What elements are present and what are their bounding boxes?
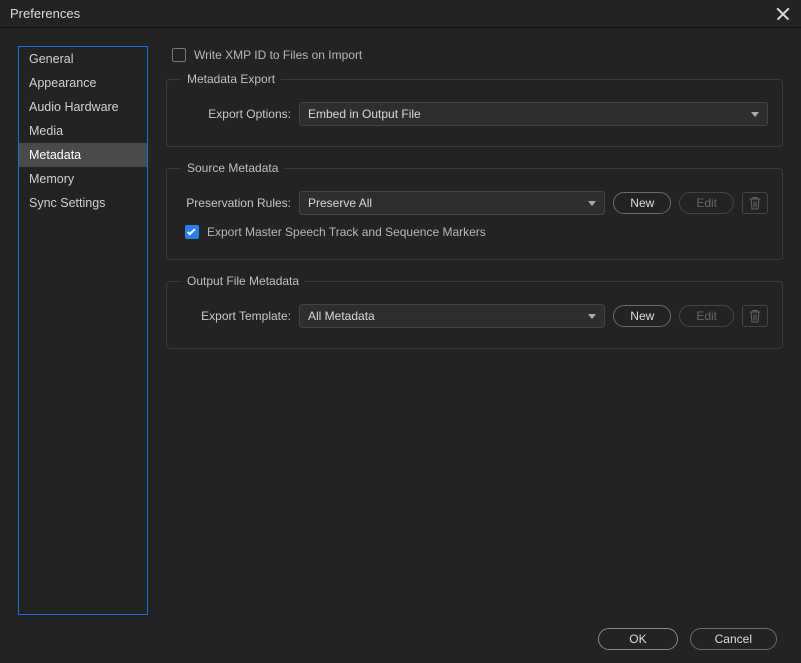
sidebar-item-appearance[interactable]: Appearance xyxy=(19,71,147,95)
output-file-metadata-group: Output File Metadata Export Template: Al… xyxy=(166,274,783,349)
preservation-edit-button: Edit xyxy=(679,192,734,214)
export-master-label: Export Master Speech Track and Sequence … xyxy=(207,225,486,239)
trash-icon xyxy=(749,196,761,210)
window-title: Preferences xyxy=(10,6,80,21)
export-options-dropdown[interactable]: Embed in Output File xyxy=(299,102,768,126)
preservation-delete-button xyxy=(742,192,768,214)
sidebar-item-metadata[interactable]: Metadata xyxy=(19,143,147,167)
chevron-down-icon xyxy=(588,314,596,319)
metadata-export-legend: Metadata Export xyxy=(181,72,281,86)
sidebar: General Appearance Audio Hardware Media … xyxy=(18,46,148,615)
dialog-content: General Appearance Audio Hardware Media … xyxy=(0,28,801,615)
export-template-label: Export Template: xyxy=(181,309,291,323)
sidebar-item-memory[interactable]: Memory xyxy=(19,167,147,191)
preservation-rules-dropdown[interactable]: Preserve All xyxy=(299,191,605,215)
trash-icon xyxy=(749,309,761,323)
export-master-checkbox[interactable] xyxy=(185,225,199,239)
main-panel: Write XMP ID to Files on Import Metadata… xyxy=(166,46,783,615)
write-xmp-row: Write XMP ID to Files on Import xyxy=(166,48,783,62)
close-icon[interactable] xyxy=(775,6,791,22)
sidebar-item-general[interactable]: General xyxy=(19,47,147,71)
preservation-rules-label: Preservation Rules: xyxy=(181,196,291,210)
cancel-button[interactable]: Cancel xyxy=(690,628,777,650)
titlebar: Preferences xyxy=(0,0,801,28)
output-file-metadata-legend: Output File Metadata xyxy=(181,274,305,288)
chevron-down-icon xyxy=(588,201,596,206)
metadata-export-group: Metadata Export Export Options: Embed in… xyxy=(166,72,783,147)
template-edit-button: Edit xyxy=(679,305,734,327)
dialog-footer: OK Cancel xyxy=(0,615,801,663)
preferences-dialog: Preferences General Appearance Audio Har… xyxy=(0,0,801,663)
template-new-button[interactable]: New xyxy=(613,305,671,327)
export-template-dropdown[interactable]: All Metadata xyxy=(299,304,605,328)
source-metadata-legend: Source Metadata xyxy=(181,161,284,175)
export-options-value: Embed in Output File xyxy=(308,107,421,121)
sidebar-item-sync-settings[interactable]: Sync Settings xyxy=(19,191,147,215)
sidebar-item-audio-hardware[interactable]: Audio Hardware xyxy=(19,95,147,119)
write-xmp-checkbox[interactable] xyxy=(172,48,186,62)
ok-button[interactable]: OK xyxy=(598,628,677,650)
write-xmp-label: Write XMP ID to Files on Import xyxy=(194,48,362,62)
template-delete-button xyxy=(742,305,768,327)
chevron-down-icon xyxy=(751,112,759,117)
export-template-value: All Metadata xyxy=(308,309,375,323)
source-metadata-group: Source Metadata Preservation Rules: Pres… xyxy=(166,161,783,260)
preservation-rules-value: Preserve All xyxy=(308,196,372,210)
preservation-new-button[interactable]: New xyxy=(613,192,671,214)
sidebar-item-media[interactable]: Media xyxy=(19,119,147,143)
export-options-label: Export Options: xyxy=(181,107,291,121)
